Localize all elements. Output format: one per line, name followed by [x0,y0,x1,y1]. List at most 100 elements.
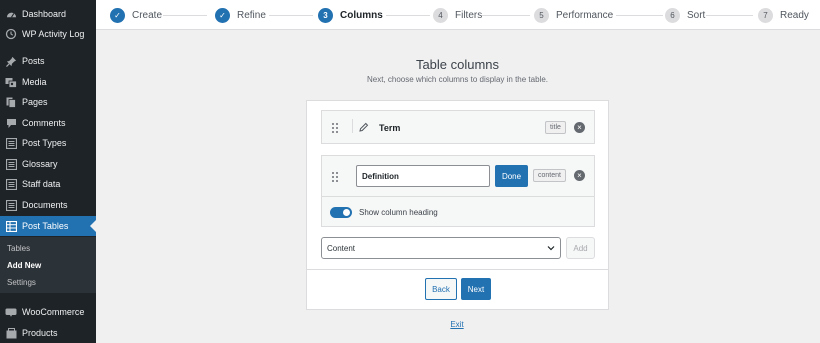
menu-label: Comments [22,118,66,128]
column-row-definition[interactable]: Done content × Show column heading [321,155,595,227]
next-button[interactable]: Next [461,278,491,300]
column-type-tag: title [545,121,566,134]
menu-item-documents[interactable]: Documents [0,195,96,215]
pin-icon [5,55,17,67]
table-icon [5,220,17,232]
products-icon [5,327,17,339]
menu-item-products[interactable]: Products [0,323,96,343]
page-subtitle: Next, choose which columns to display in… [367,75,548,84]
step-label: Performance [556,9,614,21]
menu-item-wp-activity-log[interactable]: WP Activity Log [0,24,96,44]
menu-item-woocommerce[interactable]: WooCommerce [0,302,96,322]
check-icon: ✓ [110,7,125,23]
add-column-button[interactable]: Add [566,237,595,259]
column-row-term[interactable]: Term title × [321,110,595,144]
menu-item-comments[interactable]: Comments [0,113,96,133]
activity-log-icon [5,28,17,40]
step-create[interactable]: ✓ Create [110,7,162,23]
step-refine[interactable]: ✓ Refine [215,7,266,23]
menu-item-pages[interactable]: Pages [0,92,96,112]
submenu-item-tables[interactable]: Tables [7,244,30,253]
exit-link[interactable]: Exit [442,320,472,329]
step-connector [706,15,753,16]
step-number: 4 [433,7,448,23]
column-type-tag: content [533,169,566,182]
glossary-icon [5,158,17,170]
page-title: Table columns [415,57,500,72]
menu-label: Pages [22,97,48,107]
wizard-steps: ✓ Create ✓ Refine 3 Columns 4 Filters 5 … [96,0,820,30]
step-performance[interactable]: 5 Performance [534,7,613,23]
step-number: 6 [665,7,680,23]
menu-item-media[interactable]: Media [0,72,96,92]
step-filters[interactable]: 4 Filters [433,7,482,23]
divider [307,269,608,270]
check-icon: ✓ [215,7,230,23]
menu-item-glossary[interactable]: Glossary [0,154,96,174]
menu-label: Glossary [22,159,58,169]
active-indicator [90,220,96,232]
toggle-label: Show column heading [359,208,438,217]
menu-label: WP Activity Log [22,29,85,39]
done-button[interactable]: Done [495,165,528,187]
columns-panel: Term title × Done content × Show column … [306,100,609,310]
menu-label: Dashboard [22,9,67,19]
step-connector [269,15,313,16]
pages-icon [5,96,17,108]
menu-label: Post Tables [22,221,69,231]
step-columns[interactable]: 3 Columns [318,7,383,23]
step-connector [386,15,430,16]
menu-item-post-types[interactable]: Post Types [0,133,96,153]
dashboard-icon [5,8,17,20]
menu-label: Products [22,328,58,338]
step-label: Ready [780,9,809,21]
close-icon[interactable]: × [574,170,585,181]
show-heading-toggle[interactable] [330,207,352,218]
staff-data-icon [5,178,17,190]
menu-item-staff-data[interactable]: Staff data [0,174,96,194]
menu-item-dashboard[interactable]: Dashboard [0,4,96,24]
close-icon[interactable]: × [574,122,585,133]
step-label: Create [132,9,163,21]
step-number: 7 [758,7,773,23]
drag-handle-icon[interactable] [332,172,340,182]
divider [322,196,594,197]
documents-icon [5,199,17,211]
drag-handle-icon[interactable] [332,123,340,133]
back-button[interactable]: Back [425,278,457,300]
column-heading-input[interactable] [356,165,490,187]
divider [352,119,353,133]
step-label: Columns [340,9,383,21]
column-type-select[interactable]: Content [321,237,561,259]
menu-label: Documents [22,200,68,210]
column-label: Term [379,123,401,133]
pencil-icon[interactable] [359,122,369,132]
step-number: 3 [318,7,333,23]
comments-icon [5,117,17,129]
step-number: 5 [534,7,549,23]
menu-label: Post Types [22,138,67,148]
menu-label: Staff data [22,179,61,189]
submenu-item-settings[interactable]: Settings [7,278,36,287]
menu-label: WooCommerce [22,307,85,317]
media-icon [5,76,17,88]
step-ready[interactable]: 7 Ready [758,7,809,23]
post-tables-submenu: Tables Add New Settings [0,237,96,293]
select-value: Content [327,243,356,253]
step-connector [482,15,530,16]
step-label: Sort [687,9,706,21]
menu-label: Media [22,77,47,87]
post-types-icon [5,137,17,149]
admin-sidebar: Dashboard WP Activity Log Posts Media Pa… [0,0,96,343]
chevron-down-icon [547,244,555,252]
step-connector [163,15,207,16]
menu-item-posts[interactable]: Posts [0,51,96,71]
step-connector [616,15,663,16]
menu-label: Posts [22,56,45,66]
woocommerce-icon [5,306,17,318]
step-label: Filters [455,9,483,21]
submenu-item-add-new[interactable]: Add New [7,261,41,270]
step-sort[interactable]: 6 Sort [665,7,705,23]
menu-item-post-tables[interactable]: Post Tables [0,216,96,236]
step-label: Refine [237,9,266,21]
